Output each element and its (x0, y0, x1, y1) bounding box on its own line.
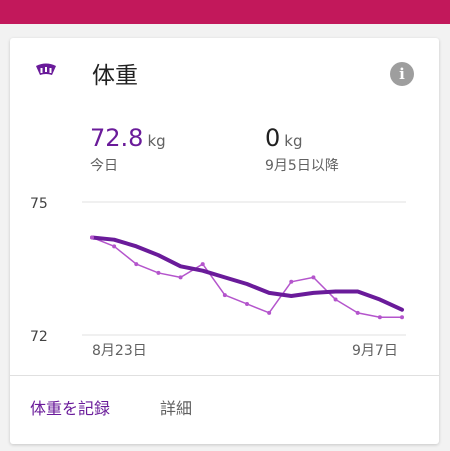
daily-weight-point (289, 279, 294, 284)
today-label: 今日 (90, 158, 118, 174)
weight-chart: 75 72 8月23日 9月7日 (30, 196, 406, 359)
since-date-label: 9月5日以降 (265, 158, 339, 174)
header-bar (0, 0, 450, 24)
weight-card: 体重 i 72.8 kg 今日 0 kg 9月5日以降 75 72 8月23日 9月… (10, 38, 439, 444)
daily-weight-point (90, 235, 94, 240)
daily-weight-point (245, 301, 249, 306)
weight-change-unit: kg (284, 132, 303, 150)
card-title: 体重 (92, 63, 138, 89)
daily-weight-point (355, 310, 360, 315)
log-weight-button[interactable]: 体重を記録 (30, 397, 110, 421)
daily-weight-point (112, 244, 117, 249)
x-tick-label-start: 8月23日 (92, 343, 147, 359)
daily-weight-point (267, 310, 272, 315)
daily-weight-point (156, 270, 161, 275)
trend-weight-line (90, 235, 404, 312)
y-tick-label-75: 75 (30, 196, 48, 212)
daily-weight-point (333, 297, 338, 302)
weight-change: 0 kg (265, 124, 303, 155)
today-weight: 72.8 kg (90, 124, 166, 155)
scale-icon (36, 63, 56, 75)
daily-weight-point (222, 293, 227, 298)
daily-weight-point (377, 315, 382, 320)
daily-weight-point (311, 275, 316, 280)
daily-weight-point (400, 315, 404, 320)
card-divider (10, 375, 439, 376)
info-icon[interactable]: i (390, 62, 414, 86)
daily-weight-point (200, 262, 205, 267)
y-tick-label-72: 72 (30, 329, 48, 345)
daily-weight-point (178, 275, 183, 280)
weight-change-value: 0 (265, 124, 281, 152)
daily-weight-point (134, 262, 139, 267)
today-weight-unit: kg (147, 132, 166, 150)
today-weight-value: 72.8 (90, 124, 144, 152)
details-button[interactable]: 詳細 (160, 397, 192, 421)
x-tick-label-end: 9月7日 (352, 343, 398, 359)
